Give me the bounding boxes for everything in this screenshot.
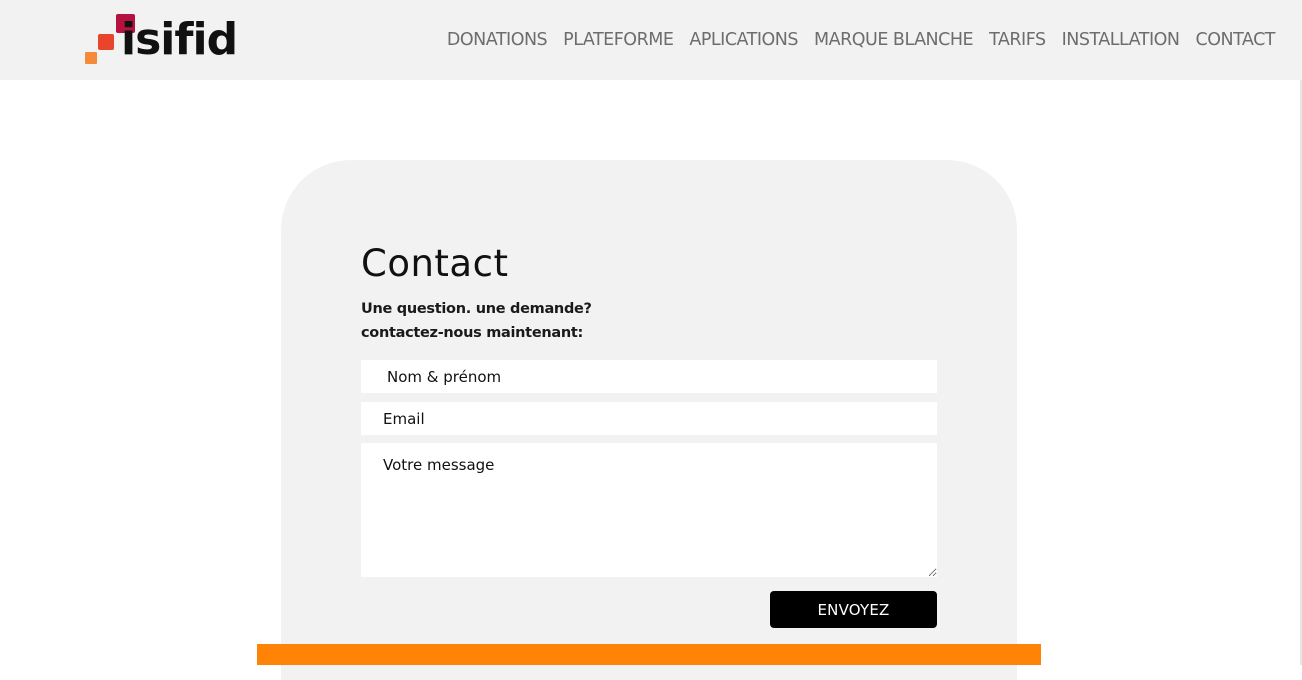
- logo-wordmark: isifid: [121, 14, 238, 65]
- main-nav: DONATIONS PLATEFORME APLICATIONS MARQUE …: [447, 28, 1276, 52]
- nav-contact[interactable]: CONTACT: [1196, 28, 1276, 52]
- isifid-logo[interactable]: isifid: [84, 12, 238, 68]
- page-title: Contact: [361, 242, 509, 285]
- subtitle-line-2: contactez-nous maintenant:: [361, 325, 584, 341]
- site-header: isifid DONATIONS PLATEFORME APLICATIONS …: [0, 0, 1302, 80]
- nav-donations[interactable]: DONATIONS: [447, 28, 548, 52]
- email-field[interactable]: [361, 402, 937, 435]
- nav-tarifs[interactable]: TARIFS: [989, 28, 1046, 52]
- logo-square-red: [98, 34, 114, 50]
- logo-square-orange: [85, 52, 97, 64]
- nav-aplications[interactable]: APLICATIONS: [689, 28, 798, 52]
- nav-plateforme[interactable]: PLATEFORME: [563, 28, 674, 52]
- subtitle-line-1: Une question. une demande?: [361, 301, 592, 317]
- message-field[interactable]: [361, 443, 937, 577]
- nav-marque-blanche[interactable]: MARQUE BLANCHE: [814, 28, 974, 52]
- submit-button[interactable]: ENVOYEZ: [770, 591, 937, 628]
- nav-installation[interactable]: INSTALLATION: [1062, 28, 1180, 52]
- footer-accent-bar: [257, 644, 1041, 665]
- name-field[interactable]: [361, 360, 937, 393]
- contact-subtitle: Une question. une demande? contactez-nou…: [361, 297, 592, 345]
